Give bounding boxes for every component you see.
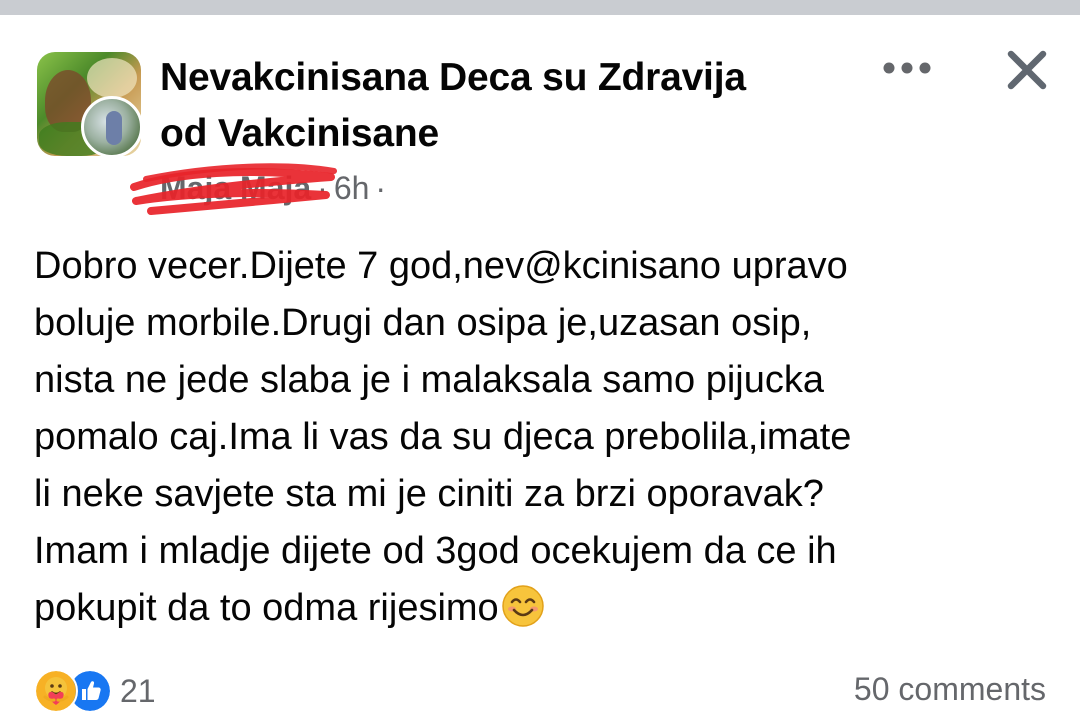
comments-count[interactable]: 50 comments bbox=[854, 671, 1046, 708]
more-dots-icon bbox=[883, 62, 931, 74]
meta-separator: · bbox=[317, 169, 328, 206]
user-avatar[interactable] bbox=[81, 96, 143, 158]
author-name[interactable]: Maja Maja bbox=[160, 170, 311, 207]
avatar-stack[interactable] bbox=[37, 52, 143, 158]
care-reaction-icon bbox=[34, 669, 78, 713]
post-time[interactable]: 6h bbox=[334, 170, 370, 207]
group-name-line-1[interactable]: Nevakcinisana Deca su Zdravija bbox=[160, 50, 860, 106]
smiling-face-emoji-icon bbox=[501, 585, 544, 627]
post-body-text: Dobro vecer.Dijete 7 god,nev@kcinisano u… bbox=[34, 245, 852, 629]
post-meta: Maja Maja · 6h · bbox=[160, 168, 386, 208]
top-strip bbox=[0, 0, 1080, 15]
close-icon bbox=[1007, 50, 1047, 90]
reactions-summary[interactable]: 21 bbox=[34, 669, 156, 713]
post-body: Dobro vecer.Dijete 7 god,nev@kcinisano u… bbox=[34, 238, 1044, 637]
more-options-button[interactable] bbox=[878, 50, 936, 86]
meta-separator-2: · bbox=[375, 169, 387, 206]
post-footer: 21 50 comments bbox=[34, 665, 1046, 715]
group-name[interactable]: Nevakcinisana Deca su Zdravija od Vakcin… bbox=[160, 50, 860, 162]
close-button[interactable] bbox=[1002, 45, 1052, 95]
group-name-line-2[interactable]: od Vakcinisane bbox=[160, 106, 860, 162]
reaction-count[interactable]: 21 bbox=[120, 673, 156, 710]
